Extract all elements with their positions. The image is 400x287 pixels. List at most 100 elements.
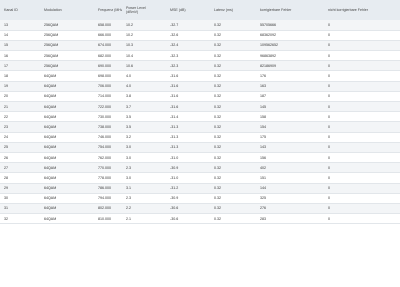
cell-frequenz: 794.000 bbox=[98, 196, 111, 201]
cell-mse: -30.9 bbox=[170, 165, 179, 170]
header-kanal-id[interactable]: Kanal ID bbox=[0, 0, 40, 20]
cell-power-level: 2.1 bbox=[126, 216, 131, 221]
cell-modulation: 64QAM bbox=[44, 165, 57, 170]
cell-korrigierbare-fehler: 156 bbox=[260, 155, 266, 160]
cell-frequenz: 698.000 bbox=[98, 74, 111, 79]
cell-nicht-korrigierbare-fehler: 0 bbox=[328, 124, 330, 129]
cell-latenz: 0.32 bbox=[214, 33, 221, 38]
cell-mse: -32.4 bbox=[170, 43, 179, 48]
table-row: 15 256QAM 674.000 10.3 -32.4 0.32 109562652 0 bbox=[0, 40, 400, 51]
cell-latenz: 0.32 bbox=[214, 104, 221, 109]
cell-mse: -31.4 bbox=[170, 114, 179, 119]
cell-frequenz: 658.000 bbox=[98, 22, 111, 27]
cell-modulation: 256QAM bbox=[44, 33, 59, 38]
table-row: 30 64QAM 794.000 2.3 -30.9 0.32 325 0 bbox=[0, 193, 400, 204]
cell-kanal-id: 22 bbox=[4, 114, 8, 119]
cell-frequenz: 722.000 bbox=[98, 104, 111, 109]
cell-frequenz: 778.000 bbox=[98, 175, 111, 180]
cell-power-level: 10.6 bbox=[126, 63, 133, 68]
cell-latenz: 0.32 bbox=[214, 53, 221, 58]
cell-mse: -31.3 bbox=[170, 135, 179, 140]
cell-mse: -30.6 bbox=[170, 206, 179, 211]
header-korrigierbare-fehler[interactable]: korrigierbare Fehler bbox=[256, 0, 324, 20]
cell-nicht-korrigierbare-fehler: 0 bbox=[328, 206, 330, 211]
table-row: 24 64QAM 746.000 3.2 -31.3 0.32 175 0 bbox=[0, 132, 400, 143]
cell-frequenz: 714.000 bbox=[98, 94, 111, 99]
cell-frequenz: 738.000 bbox=[98, 124, 111, 129]
cell-kanal-id: 31 bbox=[4, 206, 8, 211]
cell-korrigierbare-fehler: 402 bbox=[260, 165, 266, 170]
table-header: Kanal ID Modulation Frequenz (MHz) Power… bbox=[0, 0, 400, 20]
cell-korrigierbare-fehler: 154 bbox=[260, 124, 266, 129]
cell-mse: -30.6 bbox=[170, 216, 179, 221]
cell-korrigierbare-fehler: 68362092 bbox=[260, 33, 276, 38]
header-power-level-unit: (dBmV) bbox=[126, 10, 139, 14]
cell-nicht-korrigierbare-fehler: 0 bbox=[328, 196, 330, 201]
cell-nicht-korrigierbare-fehler: 0 bbox=[328, 145, 330, 150]
cell-nicht-korrigierbare-fehler: 0 bbox=[328, 63, 330, 68]
cell-modulation: 64QAM bbox=[44, 135, 57, 140]
cell-mse: -31.3 bbox=[170, 124, 179, 129]
cell-kanal-id: 30 bbox=[4, 196, 8, 201]
cell-korrigierbare-fehler: 82186909 bbox=[260, 63, 276, 68]
table-row: 25 64QAM 754.000 3.0 -31.3 0.32 143 0 bbox=[0, 142, 400, 153]
cell-korrigierbare-fehler: 163 bbox=[260, 84, 266, 89]
cell-korrigierbare-fehler: 145 bbox=[260, 104, 266, 109]
cell-latenz: 0.32 bbox=[214, 206, 221, 211]
cell-kanal-id: 20 bbox=[4, 94, 8, 99]
header-nicht-korrigierbare-fehler[interactable]: nicht korrigierbare Fehler bbox=[324, 0, 400, 20]
cell-nicht-korrigierbare-fehler: 0 bbox=[328, 22, 330, 27]
cell-latenz: 0.32 bbox=[214, 124, 221, 129]
cell-nicht-korrigierbare-fehler: 0 bbox=[328, 43, 330, 48]
cell-nicht-korrigierbare-fehler: 0 bbox=[328, 94, 330, 99]
channel-table: Kanal ID Modulation Frequenz (MHz) Power… bbox=[0, 0, 400, 224]
table-row: 13 256QAM 658.000 10.2 -32.7 0.32 55705666 0 bbox=[0, 20, 400, 31]
cell-modulation: 64QAM bbox=[44, 155, 57, 160]
cell-modulation: 64QAM bbox=[44, 94, 57, 99]
header-modulation[interactable]: Modulation bbox=[40, 0, 94, 20]
cell-korrigierbare-fehler: 325 bbox=[260, 196, 266, 201]
cell-power-level: 2.2 bbox=[126, 206, 131, 211]
cell-korrigierbare-fehler: 96863892 bbox=[260, 53, 276, 58]
cell-modulation: 64QAM bbox=[44, 216, 57, 221]
cell-frequenz: 754.000 bbox=[98, 145, 111, 150]
cell-mse: -32.3 bbox=[170, 53, 179, 58]
cell-modulation: 64QAM bbox=[44, 74, 57, 79]
cell-korrigierbare-fehler: 175 bbox=[260, 135, 266, 140]
cell-frequenz: 770.000 bbox=[98, 165, 111, 170]
cell-modulation: 64QAM bbox=[44, 84, 57, 89]
cell-latenz: 0.32 bbox=[214, 135, 221, 140]
header-power-level[interactable]: Power Level (dBmV) bbox=[122, 0, 166, 20]
cell-nicht-korrigierbare-fehler: 0 bbox=[328, 165, 330, 170]
header-latenz[interactable]: Latenz (ms) bbox=[210, 0, 256, 20]
cell-frequenz: 746.000 bbox=[98, 135, 111, 140]
cell-kanal-id: 17 bbox=[4, 63, 8, 68]
cell-kanal-id: 19 bbox=[4, 84, 8, 89]
cell-nicht-korrigierbare-fehler: 0 bbox=[328, 155, 330, 160]
cell-frequenz: 810.000 bbox=[98, 216, 111, 221]
cell-power-level: 3.0 bbox=[126, 175, 131, 180]
cell-power-level: 3.2 bbox=[126, 135, 131, 140]
header-frequenz[interactable]: Frequenz (MHz) bbox=[94, 0, 122, 20]
cell-modulation: 256QAM bbox=[44, 22, 59, 27]
cell-mse: -31.6 bbox=[170, 84, 179, 89]
cell-kanal-id: 21 bbox=[4, 104, 8, 109]
cell-nicht-korrigierbare-fehler: 0 bbox=[328, 104, 330, 109]
cell-korrigierbare-fehler: 187 bbox=[260, 94, 266, 99]
cell-modulation: 64QAM bbox=[44, 175, 57, 180]
cell-power-level: 3.0 bbox=[126, 145, 131, 150]
cell-latenz: 0.32 bbox=[214, 84, 221, 89]
cell-power-level: 10.2 bbox=[126, 22, 133, 27]
cell-kanal-id: 23 bbox=[4, 124, 8, 129]
cell-modulation: 256QAM bbox=[44, 43, 59, 48]
table-row: 17 256QAM 690.000 10.6 -32.3 0.32 82186909 0 bbox=[0, 60, 400, 71]
cell-power-level: 3.1 bbox=[126, 186, 131, 191]
cell-latenz: 0.32 bbox=[214, 22, 221, 27]
cell-power-level: 3.5 bbox=[126, 114, 131, 119]
header-mse[interactable]: MSE (dB) bbox=[166, 0, 210, 20]
header-row: Kanal ID Modulation Frequenz (MHz) Power… bbox=[0, 0, 400, 20]
cell-power-level: 3.0 bbox=[126, 155, 131, 160]
cell-modulation: 64QAM bbox=[44, 186, 57, 191]
cell-korrigierbare-fehler: 176 bbox=[260, 74, 266, 79]
cell-kanal-id: 16 bbox=[4, 53, 8, 58]
